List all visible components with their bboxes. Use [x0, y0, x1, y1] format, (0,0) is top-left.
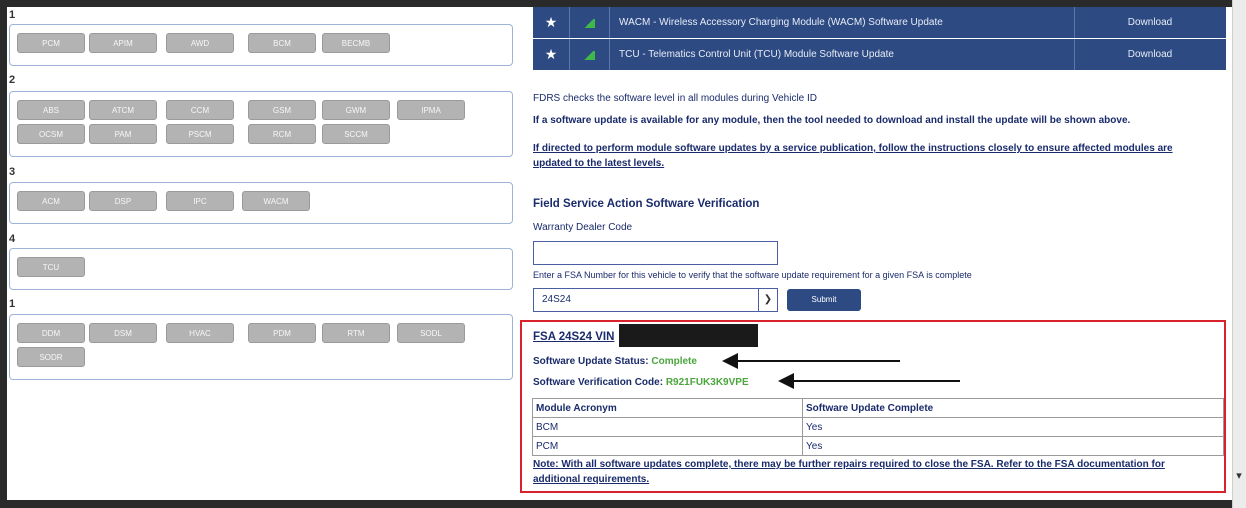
- module-acronym-cell: PCM: [532, 436, 803, 456]
- info-text: FDRS checks the software level in all mo…: [533, 93, 818, 104]
- module-button-ddm[interactable]: DDM: [17, 323, 85, 343]
- top-border: [0, 0, 1246, 7]
- module-button-dsp[interactable]: DSP: [89, 191, 157, 211]
- update-complete-cell: Yes: [802, 417, 1224, 437]
- module-button-rcm[interactable]: RCM: [248, 124, 316, 144]
- info-text-bold: If a software update is available for an…: [533, 115, 1131, 126]
- download-link[interactable]: Download: [1074, 39, 1226, 70]
- module-button-pscm[interactable]: PSCM: [166, 124, 234, 144]
- module-group: ABS ATCM CCM GSM GWM IPMA OCSM PAM PSCM …: [9, 91, 513, 157]
- module-button-ccm[interactable]: CCM: [166, 100, 234, 120]
- module-button-acm[interactable]: ACM: [17, 191, 85, 211]
- module-button-sccm[interactable]: SCCM: [322, 124, 390, 144]
- fsa-result-heading[interactable]: FSA 24S24 VIN: [533, 331, 614, 343]
- module-button-gwm[interactable]: GWM: [322, 100, 390, 120]
- annotation-arrow-line: [738, 360, 900, 362]
- verification-code-line: Software Verification Code: R921FUK3K9VP…: [533, 377, 749, 388]
- module-button-abs[interactable]: ABS: [17, 100, 85, 120]
- module-button-gsm[interactable]: GSM: [248, 100, 316, 120]
- signal-icon: [569, 7, 610, 38]
- download-row: ★ WACM - Wireless Accessory Charging Mod…: [533, 7, 1226, 39]
- status-value: Complete: [651, 356, 697, 367]
- module-button-awd[interactable]: AWD: [166, 33, 234, 53]
- fsa-number-select[interactable]: 24S24 ❯: [533, 288, 778, 312]
- module-button-apim[interactable]: APIM: [89, 33, 157, 53]
- module-acronym-cell: BCM: [532, 417, 803, 437]
- module-button-pcm[interactable]: PCM: [17, 33, 85, 53]
- module-button-pam[interactable]: PAM: [89, 124, 157, 144]
- download-title: WACM - Wireless Accessory Charging Modul…: [619, 17, 943, 28]
- module-button-tcu[interactable]: TCU: [17, 257, 85, 277]
- table-row: BCM Yes: [532, 417, 1224, 437]
- module-button-rtm[interactable]: RTM: [322, 323, 390, 343]
- download-title: TCU - Telematics Control Unit (TCU) Modu…: [619, 49, 894, 60]
- group-number: 1: [9, 298, 16, 310]
- module-group: PCM APIM AWD BCM BECMB: [9, 24, 513, 66]
- module-group: DDM DSM HVAC PDM RTM SODL SODR: [9, 314, 513, 380]
- group-number: 4: [9, 233, 16, 245]
- module-button-dsm[interactable]: DSM: [89, 323, 157, 343]
- group-number: 3: [9, 166, 16, 178]
- module-button-bcm[interactable]: BCM: [248, 33, 316, 53]
- annotation-arrow-icon: [722, 353, 738, 369]
- module-button-wacm[interactable]: WACM: [242, 191, 310, 211]
- fsa-note: Note: With all software updates complete…: [533, 459, 1165, 470]
- module-button-becmb[interactable]: BECMB: [322, 33, 390, 53]
- fsa-instruction: Enter a FSA Number for this vehicle to v…: [533, 270, 972, 280]
- bottom-border: [0, 500, 1246, 508]
- module-button-ocsm[interactable]: OCSM: [17, 124, 85, 144]
- scroll-down-icon[interactable]: ▾: [1233, 468, 1245, 484]
- module-button-ipma[interactable]: IPMA: [397, 100, 465, 120]
- annotation-arrow-line: [794, 380, 960, 382]
- module-button-sodl[interactable]: SODL: [397, 323, 465, 343]
- verification-code-label: Software Verification Code:: [533, 377, 664, 388]
- signal-icon: [569, 39, 610, 70]
- fsa-note: additional requirements.: [533, 474, 650, 485]
- download-row: ★ TCU - Telematics Control Unit (TCU) Mo…: [533, 39, 1226, 71]
- info-link-text: updated to the latest levels.: [533, 158, 665, 169]
- module-button-ipc[interactable]: IPC: [166, 191, 234, 211]
- module-button-pdm[interactable]: PDM: [248, 323, 316, 343]
- submit-button[interactable]: Submit: [787, 289, 861, 311]
- module-group: ACM DSP IPC WACM: [9, 182, 513, 224]
- table-row: PCM Yes: [532, 436, 1224, 456]
- chevron-down-icon[interactable]: ❯: [758, 289, 777, 311]
- module-button-hvac[interactable]: HVAC: [166, 323, 234, 343]
- group-number: 1: [9, 9, 16, 21]
- table-header-row: Module Acronym Software Update Complete: [532, 398, 1224, 418]
- status-line: Software Update Status: Complete: [533, 356, 697, 367]
- update-complete-cell: Yes: [802, 436, 1224, 456]
- vertical-scrollbar[interactable]: [1232, 0, 1246, 508]
- star-icon[interactable]: ★: [533, 39, 570, 70]
- status-label: Software Update Status:: [533, 356, 649, 367]
- left-border: [0, 0, 7, 508]
- download-link[interactable]: Download: [1074, 7, 1226, 38]
- module-button-atcm[interactable]: ATCM: [89, 100, 157, 120]
- module-group: TCU: [9, 248, 513, 290]
- annotation-arrow-icon: [778, 373, 794, 389]
- module-button-sodr[interactable]: SODR: [17, 347, 85, 367]
- group-number: 2: [9, 74, 16, 86]
- section-title: Field Service Action Software Verificati…: [533, 198, 760, 210]
- column-header: Software Update Complete: [802, 398, 1224, 418]
- info-link-text: If directed to perform module software u…: [533, 143, 1173, 154]
- verification-code-value: R921FUK3K9VPE: [665, 377, 749, 388]
- star-icon[interactable]: ★: [533, 7, 570, 38]
- module-status-table: Module Acronym Software Update Complete …: [532, 398, 1224, 456]
- redacted-vin: [619, 324, 758, 347]
- dealer-code-input[interactable]: [533, 241, 778, 265]
- dealer-code-label: Warranty Dealer Code: [533, 222, 633, 233]
- column-header: Module Acronym: [532, 398, 803, 418]
- fsa-selected-value: 24S24: [542, 294, 571, 305]
